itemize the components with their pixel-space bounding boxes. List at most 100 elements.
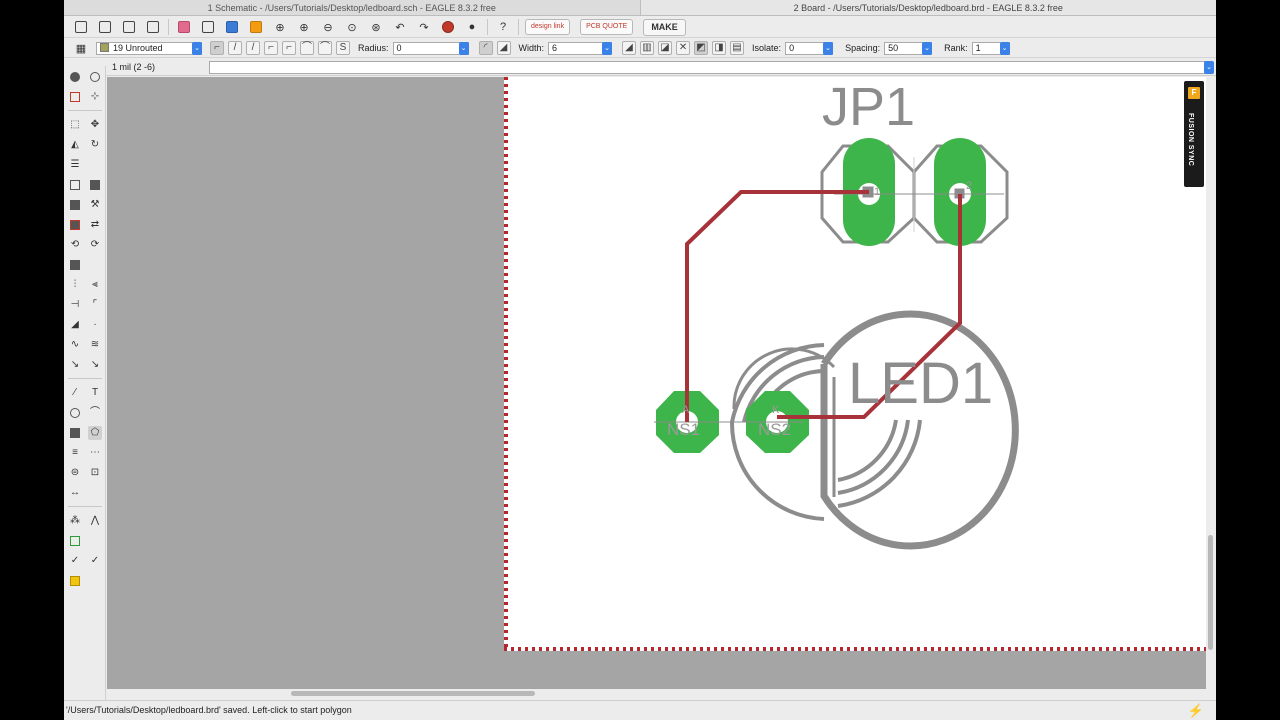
zoom-in-icon[interactable]: ⊕ <box>295 19 313 35</box>
open-icon[interactable] <box>72 19 90 35</box>
command-history-chevron-icon[interactable]: ⌄ <box>1204 61 1214 74</box>
tab-schematic[interactable]: 1 Schematic - /Users/Tutorials/Desktop/l… <box>64 0 640 15</box>
split-icon[interactable]: ⫶ <box>68 278 82 292</box>
layer-select[interactable]: 19 Unrouted ⌄ <box>96 41 202 55</box>
bend-style-straight-icon[interactable]: / <box>246 41 260 55</box>
cam-icon[interactable] <box>144 19 162 35</box>
undo-icon[interactable]: ↶ <box>391 19 409 35</box>
ratsnest-icon[interactable]: ⋀ <box>88 514 102 528</box>
zoom-redraw-icon[interactable]: ⊙ <box>343 19 361 35</box>
spacer-icon[interactable]: · <box>88 318 102 332</box>
move-icon[interactable]: ✥ <box>88 118 102 132</box>
ratsnest-square-icon[interactable] <box>68 534 82 548</box>
group-select-icon[interactable]: ⬚ <box>68 118 82 132</box>
layer-stack-icon[interactable]: ≡ <box>68 446 82 460</box>
horizontal-scrollbar[interactable] <box>107 689 1206 699</box>
arc-icon[interactable]: ⌒ <box>88 406 102 420</box>
board-canvas[interactable]: JP1 LED1 NS1 NS2 A K 1 2 + <box>107 77 1206 689</box>
smash-icon[interactable]: ⫷ <box>88 278 102 292</box>
radius-input[interactable]: 0 ⌄ <box>392 41 469 55</box>
mark-icon[interactable]: ⊹ <box>88 90 102 104</box>
rectangle-icon[interactable] <box>68 426 82 440</box>
route-icon[interactable]: ↘ <box>68 358 82 372</box>
layer-settings-icon[interactable] <box>68 90 82 104</box>
info-icon[interactable] <box>68 70 82 84</box>
via-icon[interactable]: ⊜ <box>68 466 82 480</box>
bend-style-arc2-icon[interactable]: ⌒ <box>318 41 332 55</box>
thermals-on-icon[interactable]: ◪ <box>658 41 673 55</box>
wrench-icon[interactable]: ⚒ <box>88 198 102 212</box>
script-icon[interactable] <box>223 19 241 35</box>
rotate-icon[interactable]: ↻ <box>88 138 102 152</box>
rank-input[interactable]: 1 ⌄ <box>971 41 1010 55</box>
vertical-scrollbar[interactable] <box>1206 77 1216 689</box>
horizontal-scroll-thumb[interactable] <box>291 691 535 696</box>
make-button[interactable]: MAKE <box>643 18 686 36</box>
bend-style-90b-icon[interactable]: ⌐ <box>282 41 296 55</box>
library-icon[interactable] <box>199 19 217 35</box>
align-icon[interactable]: ☰ <box>68 158 82 172</box>
orphans-off-icon[interactable]: ◨ <box>712 41 727 55</box>
orphans-mode-icon[interactable]: ▤ <box>730 41 745 55</box>
print-icon[interactable] <box>120 19 138 35</box>
width-input[interactable]: 6 ⌄ <box>548 41 613 55</box>
show-eye-icon[interactable] <box>88 70 102 84</box>
autorouter-icon[interactable]: ⁂ <box>68 514 82 528</box>
paste-icon[interactable] <box>88 178 102 192</box>
slice-icon[interactable]: ◢ <box>68 318 82 332</box>
ulp-icon[interactable] <box>247 19 265 35</box>
isolate-input[interactable]: 0 ⌄ <box>785 41 834 55</box>
ripup-icon[interactable]: ⊣ <box>68 298 82 312</box>
dimension-icon[interactable]: ↔ <box>68 486 82 500</box>
zoom-fit-icon[interactable]: ⊕ <box>271 19 289 35</box>
vertical-scroll-thumb[interactable] <box>1208 535 1213 650</box>
stop-icon[interactable] <box>439 19 457 35</box>
replace-icon[interactable] <box>68 218 82 232</box>
grid-icon[interactable]: ▦ <box>72 40 90 56</box>
warning-icon[interactable] <box>68 574 82 588</box>
copy-icon[interactable] <box>68 178 82 192</box>
delete-icon[interactable] <box>68 198 82 212</box>
text-icon[interactable]: T <box>88 386 102 400</box>
bend-style-45b-icon[interactable]: ⌐ <box>264 41 278 55</box>
change-icon[interactable]: ⟲ <box>68 238 82 252</box>
zoom-out-icon[interactable]: ⊖ <box>319 19 337 35</box>
miter-icon[interactable]: ⌜ <box>88 298 102 312</box>
save-icon[interactable] <box>96 19 114 35</box>
tab-board[interactable]: 2 Board - /Users/Tutorials/Desktop/ledbo… <box>639 0 1216 15</box>
drc-icon[interactable]: ✓ <box>88 554 102 568</box>
meander-icon[interactable]: ∿ <box>68 338 82 352</box>
bus-route-icon[interactable]: ≋ <box>88 338 102 352</box>
wire-icon[interactable]: ⁄ <box>68 386 82 400</box>
polygon-icon[interactable]: ⬠ <box>88 426 102 440</box>
lock-icon[interactable] <box>68 258 82 272</box>
fusion-sync-panel[interactable]: F FUSION SYNC <box>1184 81 1204 187</box>
orphans-on-icon[interactable]: ◩ <box>694 41 709 55</box>
route-multiple-icon[interactable]: ↘ <box>88 358 102 372</box>
miter-round-icon[interactable]: ◜ <box>478 41 493 55</box>
design-link-button[interactable]: design link <box>525 19 571 35</box>
zoom-select-icon[interactable]: ⊛ <box>367 19 385 35</box>
bend-style-90-icon[interactable]: ⌐ <box>210 41 224 55</box>
signal-icon[interactable]: ⋯ <box>88 446 102 460</box>
bend-style-free-icon[interactable]: S <box>336 41 350 55</box>
go-icon[interactable]: ● <box>463 19 481 35</box>
board-area[interactable]: JP1 LED1 NS1 NS2 A K 1 2 + <box>504 77 1206 651</box>
optimize-icon[interactable]: ⟳ <box>88 238 102 252</box>
pour-hatch-icon[interactable]: ▥ <box>640 41 655 55</box>
thermals-off-icon[interactable]: ✕ <box>676 41 691 55</box>
command-input[interactable] <box>209 61 1209 74</box>
miter-straight-icon[interactable]: ◢ <box>496 41 511 55</box>
bend-style-45a-icon[interactable]: / <box>228 41 242 55</box>
pcb-quote-button[interactable]: PCB QUOTE <box>580 19 634 35</box>
erc-icon[interactable]: ✓ <box>68 554 82 568</box>
swap-icon[interactable]: ⇄ <box>88 218 102 232</box>
hole-icon[interactable]: ⊡ <box>88 466 102 480</box>
board-schematic-switch-icon[interactable] <box>175 19 193 35</box>
mirror-icon[interactable]: ◭ <box>68 138 82 152</box>
redo-icon[interactable]: ↷ <box>415 19 433 35</box>
lightning-icon[interactable]: ⚡ <box>1188 703 1204 718</box>
circle-icon[interactable] <box>68 406 82 420</box>
pour-solid-icon[interactable]: ◢ <box>622 41 637 55</box>
bend-style-arc-icon[interactable]: ⌒ <box>300 41 314 55</box>
